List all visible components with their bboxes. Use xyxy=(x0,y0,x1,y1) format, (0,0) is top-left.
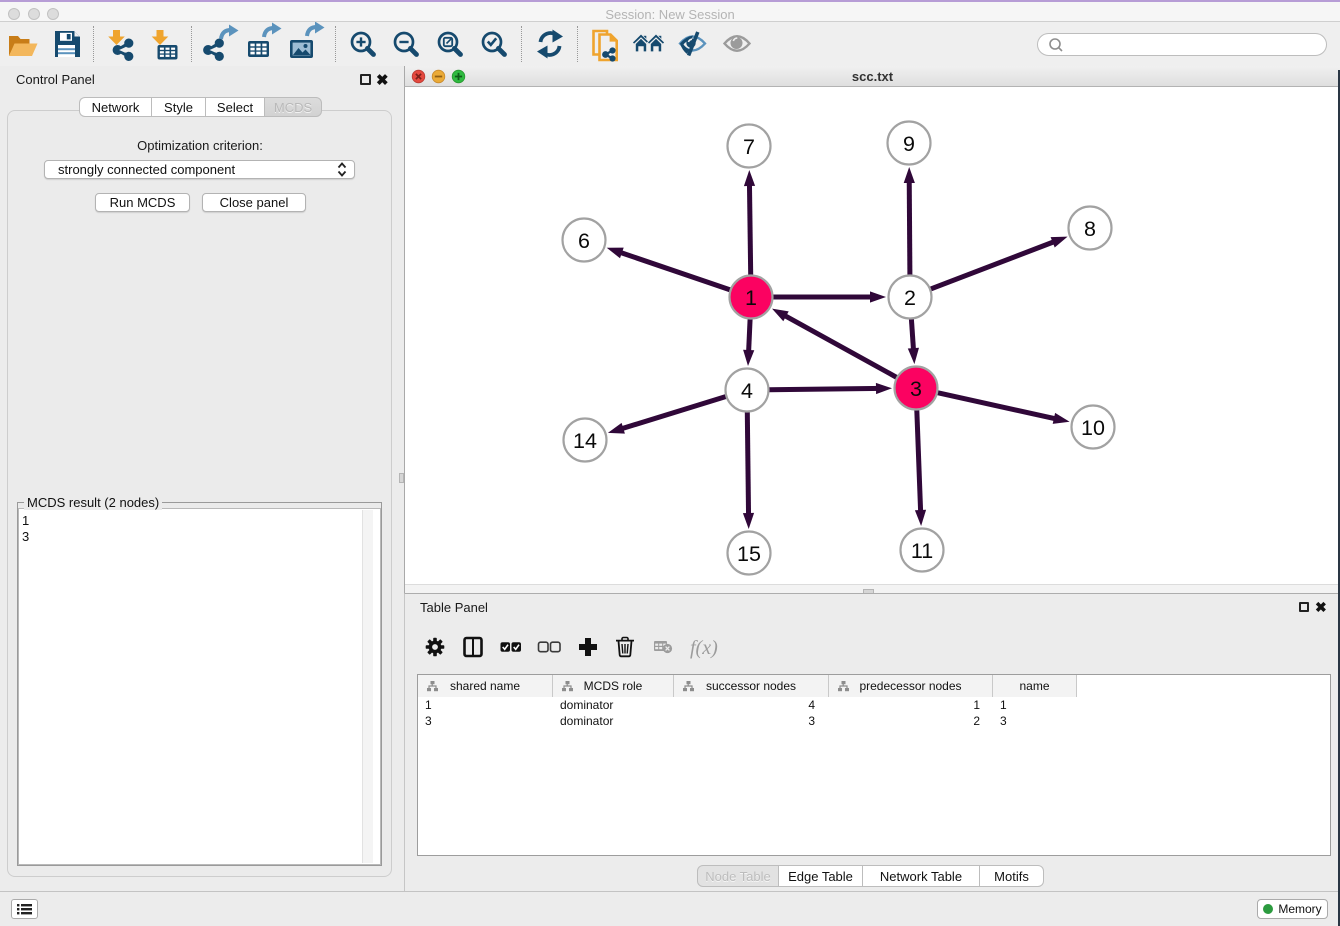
svg-text:6: 6 xyxy=(578,229,590,253)
svg-text:3: 3 xyxy=(910,377,922,401)
svg-text:7: 7 xyxy=(743,135,755,159)
svg-text:2: 2 xyxy=(904,286,916,310)
svg-text:14: 14 xyxy=(573,429,597,453)
svg-text:1: 1 xyxy=(745,286,757,310)
svg-text:11: 11 xyxy=(911,539,933,563)
svg-text:10: 10 xyxy=(1081,416,1105,440)
svg-text:f(x): f(x) xyxy=(690,637,718,659)
svg-text:8: 8 xyxy=(1084,217,1096,241)
svg-text:15: 15 xyxy=(737,542,761,566)
svg-text:4: 4 xyxy=(741,379,753,403)
svg-text:9: 9 xyxy=(903,132,915,156)
